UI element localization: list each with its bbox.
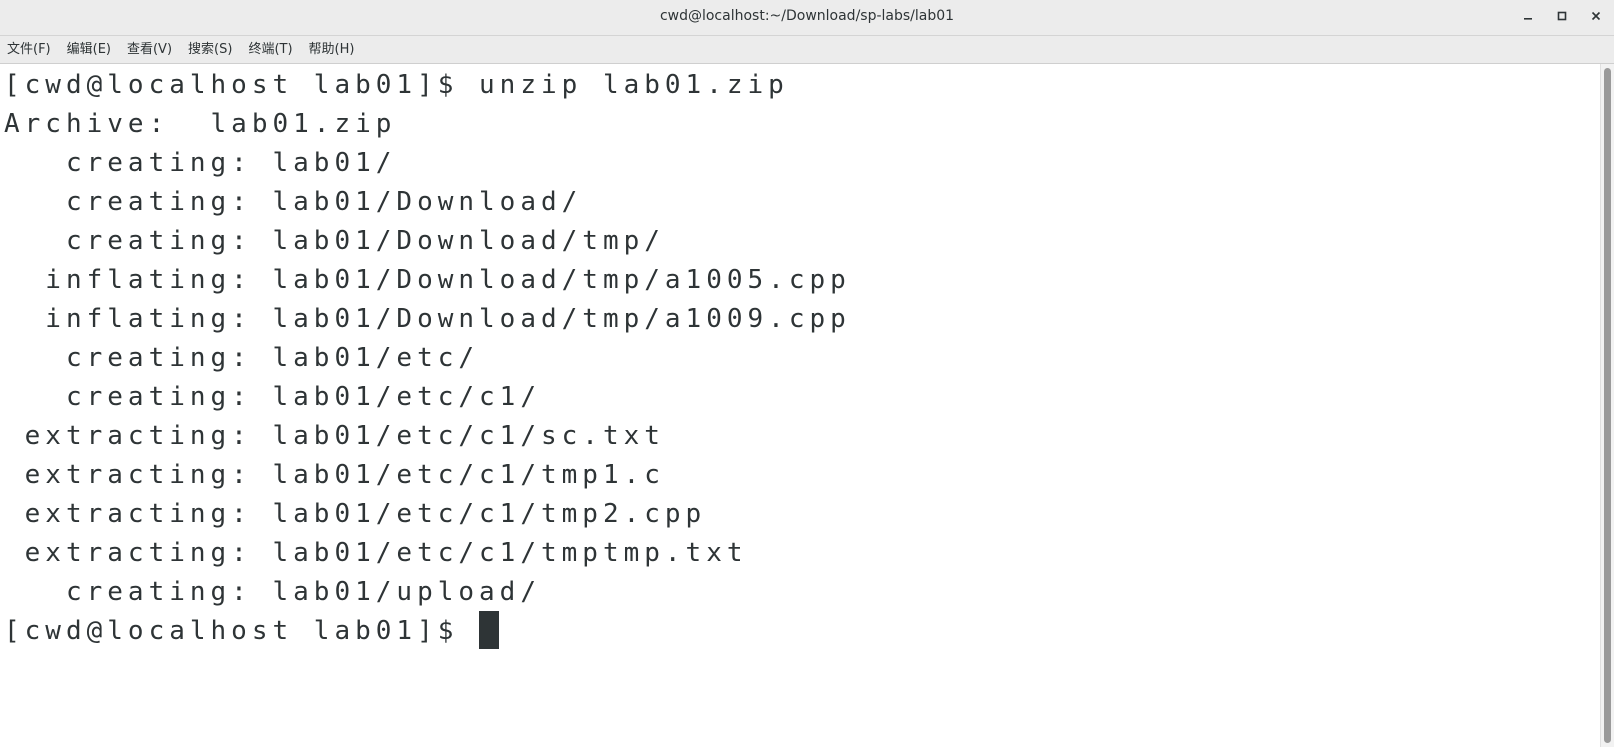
terminal-line: extracting: lab01/etc/c1/tmp1.c [4,460,665,490]
menu-file[interactable]: 文件(F) [0,36,59,64]
terminal-line: Archive: lab01.zip [4,109,397,139]
minimize-icon [1522,10,1534,26]
menu-help[interactable]: 帮助(H) [301,36,363,64]
maximize-button[interactable] [1550,6,1574,30]
minimize-button[interactable] [1516,6,1540,30]
maximize-icon [1556,10,1568,26]
close-button[interactable] [1584,6,1608,30]
terminal-output[interactable]: [cwd@localhost lab01]$ unzip lab01.zip A… [0,64,1600,747]
terminal-line: creating: lab01/Download/ [4,187,583,217]
terminal-line: creating: lab01/upload/ [4,577,541,607]
shell-prompt: [cwd@localhost lab01]$ [4,616,480,646]
title-bar[interactable]: cwd@localhost:~/Download/sp-labs/lab01 [0,0,1614,36]
terminal-line: extracting: lab01/etc/c1/tmptmp.txt [4,538,748,568]
terminal-line: [cwd@localhost lab01]$ unzip lab01.zip [4,70,789,100]
terminal-prompt-line: [cwd@localhost lab01]$ [4,610,500,651]
terminal-line: creating: lab01/Download/tmp/ [4,226,665,256]
terminal-line: creating: lab01/ [4,148,397,178]
scrollbar-thumb[interactable] [1604,68,1611,743]
menu-search[interactable]: 搜索(S) [180,36,240,64]
terminal-line: creating: lab01/etc/ [4,343,480,373]
menu-edit[interactable]: 编辑(E) [59,36,119,64]
terminal-line: extracting: lab01/etc/c1/tmp2.cpp [4,499,707,529]
menu-bar: 文件(F) 编辑(E) 查看(V) 搜索(S) 终端(T) 帮助(H) [0,36,1614,64]
menu-view[interactable]: 查看(V) [119,36,180,64]
text-cursor [479,610,500,649]
terminal-line: inflating: lab01/Download/tmp/a1009.cpp [4,304,851,334]
close-icon [1590,10,1602,26]
terminal-line: inflating: lab01/Download/tmp/a1005.cpp [4,265,851,295]
terminal-window: cwd@localhost:~/Download/sp-labs/lab01 文… [0,0,1614,747]
window-title: cwd@localhost:~/Download/sp-labs/lab01 [659,8,955,24]
terminal-line: creating: lab01/etc/c1/ [4,382,541,412]
menu-terminal[interactable]: 终端(T) [240,36,300,64]
terminal-line: extracting: lab01/etc/c1/sc.txt [4,421,665,451]
terminal-scrollbar[interactable] [1600,64,1614,747]
